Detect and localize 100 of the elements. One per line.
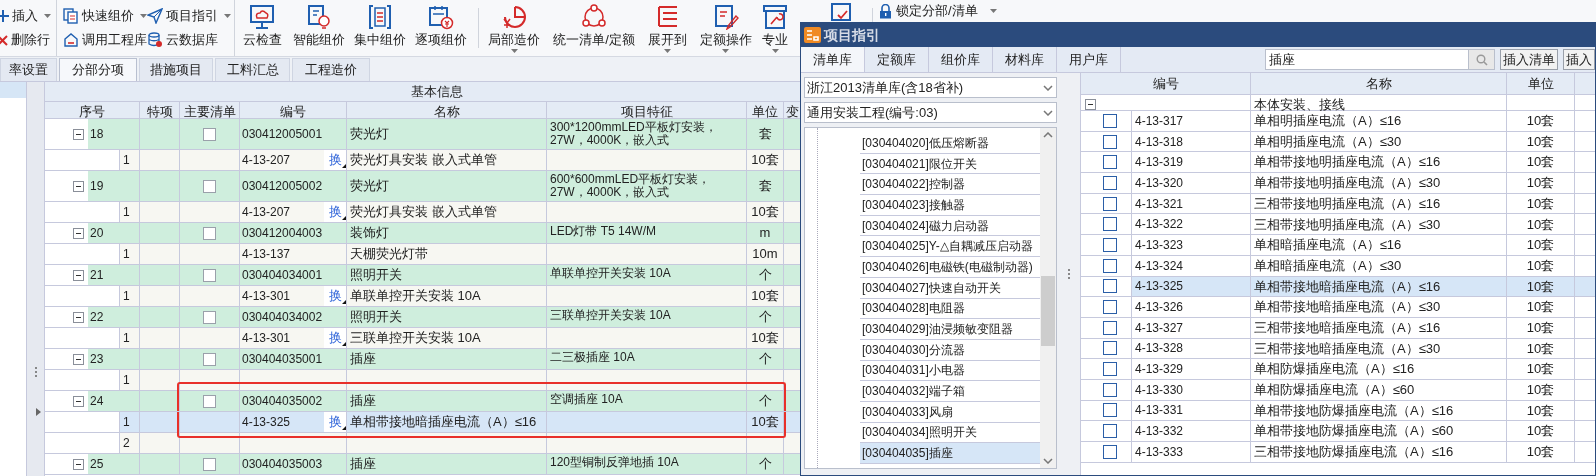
tab[interactable]: 率设置 bbox=[0, 58, 57, 81]
table-cell: 照明开关 bbox=[347, 265, 547, 285]
table-cell: LED灯带 T5 14W/M bbox=[547, 223, 747, 243]
checkbox[interactable] bbox=[203, 127, 216, 141]
checkbox[interactable] bbox=[1103, 237, 1117, 252]
toolbar-button[interactable]: 插入 bbox=[0, 5, 56, 27]
collapse-icon[interactable] bbox=[73, 269, 84, 281]
toolbar-button[interactable]: 专业 bbox=[760, 0, 790, 56]
chevron-up-icon[interactable] bbox=[1043, 132, 1053, 138]
swap-marker[interactable]: 换 bbox=[324, 328, 346, 348]
grip-icon[interactable] bbox=[33, 366, 38, 378]
toolbar-button[interactable]: 云数据库 bbox=[147, 29, 234, 51]
collapse-icon[interactable] bbox=[73, 353, 84, 365]
swap-marker[interactable]: 换 bbox=[324, 412, 346, 432]
collapse-icon[interactable] bbox=[73, 395, 84, 407]
toolbar-button[interactable]: 项目指引 bbox=[147, 5, 234, 27]
scrollbar[interactable] bbox=[1040, 128, 1056, 468]
swap-marker[interactable]: 换 bbox=[324, 286, 346, 306]
code-text: 4-13-207 bbox=[242, 152, 291, 169]
checkbox[interactable] bbox=[203, 394, 216, 408]
scrollbar-thumb[interactable] bbox=[1041, 276, 1055, 346]
checkbox[interactable] bbox=[1103, 113, 1117, 128]
checkbox[interactable] bbox=[203, 179, 216, 193]
tree-item[interactable]: [030404029]油浸频敏变阻器 bbox=[860, 319, 1041, 340]
collapse-icon[interactable] bbox=[1085, 99, 1096, 111]
column-header: 编号 bbox=[1081, 73, 1251, 94]
toolbar-button[interactable]: 展开到 bbox=[644, 0, 691, 56]
table-cell: 1 bbox=[119, 370, 139, 390]
dropdown-field[interactable]: 通用安装工程(编号:03) bbox=[804, 102, 1057, 123]
dropdown-field[interactable]: 浙江2013清单库(含18省补) bbox=[804, 77, 1057, 98]
table-cell: 单相带接地明插座电流（A）≤16 bbox=[1251, 152, 1507, 173]
checkbox[interactable] bbox=[1103, 424, 1117, 439]
checkbox[interactable] bbox=[203, 226, 216, 240]
document-pen-icon bbox=[712, 4, 739, 30]
grip-icon[interactable] bbox=[1066, 268, 1071, 280]
insert-button[interactable]: 插入清单 bbox=[1500, 49, 1558, 70]
table-cell: 20 bbox=[88, 223, 139, 243]
table-cell: 荧光灯 bbox=[347, 171, 547, 201]
collapse-icon[interactable] bbox=[73, 180, 84, 192]
toolbar-button[interactable]: 快速组价 bbox=[63, 5, 147, 27]
checkbox[interactable] bbox=[203, 268, 216, 282]
tab[interactable]: 措施项目 bbox=[139, 58, 213, 81]
lock-button[interactable]: 锁定分部/清单 bbox=[879, 1, 997, 21]
checkbox[interactable] bbox=[1103, 258, 1117, 273]
insert-button[interactable]: 插入 bbox=[1563, 49, 1595, 70]
checkbox[interactable] bbox=[203, 457, 216, 471]
checkbox[interactable] bbox=[1103, 217, 1117, 232]
table-cell: 18 bbox=[88, 119, 139, 149]
checkbox[interactable] bbox=[1103, 320, 1117, 335]
toolbar-button[interactable]: 调用工程库 bbox=[63, 29, 147, 51]
toolbar-button[interactable]: 局部造价 bbox=[484, 0, 544, 56]
table-cell: 个 bbox=[747, 391, 784, 411]
toolbar-button[interactable]: 删除行 bbox=[0, 29, 56, 51]
search-field[interactable]: 插座 bbox=[1265, 49, 1469, 70]
toolbar-button[interactable]: 定额操作 bbox=[691, 0, 760, 56]
tab[interactable]: 分部分项 bbox=[59, 58, 137, 81]
checkbox[interactable] bbox=[1103, 341, 1117, 356]
collapse-icon[interactable] bbox=[73, 458, 84, 470]
checkbox[interactable] bbox=[203, 352, 216, 366]
table-cell: 单相暗插座电流（A）≤16 bbox=[1251, 235, 1507, 255]
checkbox[interactable] bbox=[1103, 279, 1117, 294]
collapse-icon[interactable] bbox=[73, 227, 84, 239]
table-cell: 插座 bbox=[347, 391, 547, 411]
table-cell: 24 bbox=[88, 391, 139, 411]
table-cell: 单相带接地暗插座电流（A）≤16 bbox=[347, 412, 547, 432]
swap-marker[interactable]: 换 bbox=[324, 150, 346, 170]
checkbox[interactable] bbox=[1103, 300, 1117, 315]
checkbox[interactable] bbox=[1103, 175, 1117, 190]
toolbar-button[interactable]: 智能组价 bbox=[289, 0, 349, 56]
window-check-icon[interactable] bbox=[830, 3, 854, 21]
checkbox[interactable] bbox=[1103, 362, 1117, 377]
collapse-icon[interactable] bbox=[73, 311, 84, 323]
checkbox[interactable] bbox=[1103, 403, 1117, 418]
table-cell: 10套 bbox=[747, 202, 784, 222]
chevron-down-icon[interactable] bbox=[1043, 458, 1053, 464]
table-cell: 三相带接地明插座电流（A）≤30 bbox=[1251, 214, 1507, 235]
house-icon bbox=[63, 32, 79, 48]
checkbox[interactable] bbox=[1103, 196, 1117, 211]
tab[interactable]: 清单库 bbox=[801, 47, 865, 72]
tab[interactable]: 工程造价 bbox=[292, 58, 370, 81]
swap-marker[interactable]: 换 bbox=[324, 202, 346, 222]
toolbar-button[interactable]: 云检查 bbox=[235, 0, 289, 56]
code-text: 030412005002 bbox=[242, 178, 323, 195]
collapse-icon[interactable] bbox=[73, 128, 84, 140]
checkbox[interactable] bbox=[1103, 444, 1117, 459]
checkbox[interactable] bbox=[1103, 382, 1117, 397]
checkbox[interactable] bbox=[1103, 134, 1117, 149]
toolbar-button[interactable]: 统一清单/定额 bbox=[544, 0, 644, 56]
toolbar-button[interactable]: 集中组价 bbox=[349, 0, 410, 56]
chevron-down-icon bbox=[1043, 109, 1053, 116]
tree-item[interactable]: [030404025]Y-△自耦减压启动器 bbox=[860, 236, 1041, 258]
lock-icon bbox=[879, 3, 892, 19]
tree-item[interactable]: [030404035]插座 bbox=[860, 443, 1041, 464]
checkbox[interactable] bbox=[1103, 155, 1117, 170]
close-icon bbox=[0, 34, 8, 46]
toolbar-button[interactable]: 逐项组价 bbox=[410, 0, 472, 56]
table-cell: 三相带接地明插座电流（A）≤16 bbox=[1251, 193, 1507, 214]
tab[interactable]: 工料汇总 bbox=[215, 58, 290, 81]
checkbox[interactable] bbox=[203, 310, 216, 324]
corner-mark-icon bbox=[342, 164, 346, 168]
